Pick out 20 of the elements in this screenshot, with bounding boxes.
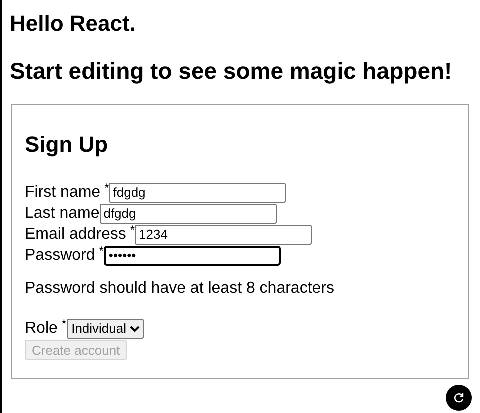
field-label: Last name: [25, 204, 100, 222]
form-title: Sign Up: [25, 132, 110, 158]
field-label: Password: [25, 246, 96, 264]
field-label: Email address: [25, 226, 126, 244]
input-field[interactable]: dfgdg: [100, 204, 277, 224]
required-mark: *: [62, 318, 67, 330]
input-field[interactable]: 1234: [135, 224, 312, 244]
field-label: Role: [25, 320, 58, 338]
required-mark: *: [104, 182, 110, 194]
validation-message: Password should have at least 8 characters: [25, 280, 336, 298]
required-mark: *: [99, 245, 104, 257]
refresh-button[interactable]: [446, 385, 472, 411]
refresh-icon: [453, 392, 465, 404]
input-field[interactable]: ••••••: [104, 246, 281, 266]
page-subheading: Start editing to see some magic happen!: [10, 57, 454, 85]
role-select[interactable]: Individual: [66, 318, 144, 338]
required-mark: *: [130, 224, 136, 236]
page-heading: Hello React.: [10, 10, 137, 37]
input-field[interactable]: fdgdg: [109, 182, 286, 202]
field-label: First name: [25, 184, 101, 202]
